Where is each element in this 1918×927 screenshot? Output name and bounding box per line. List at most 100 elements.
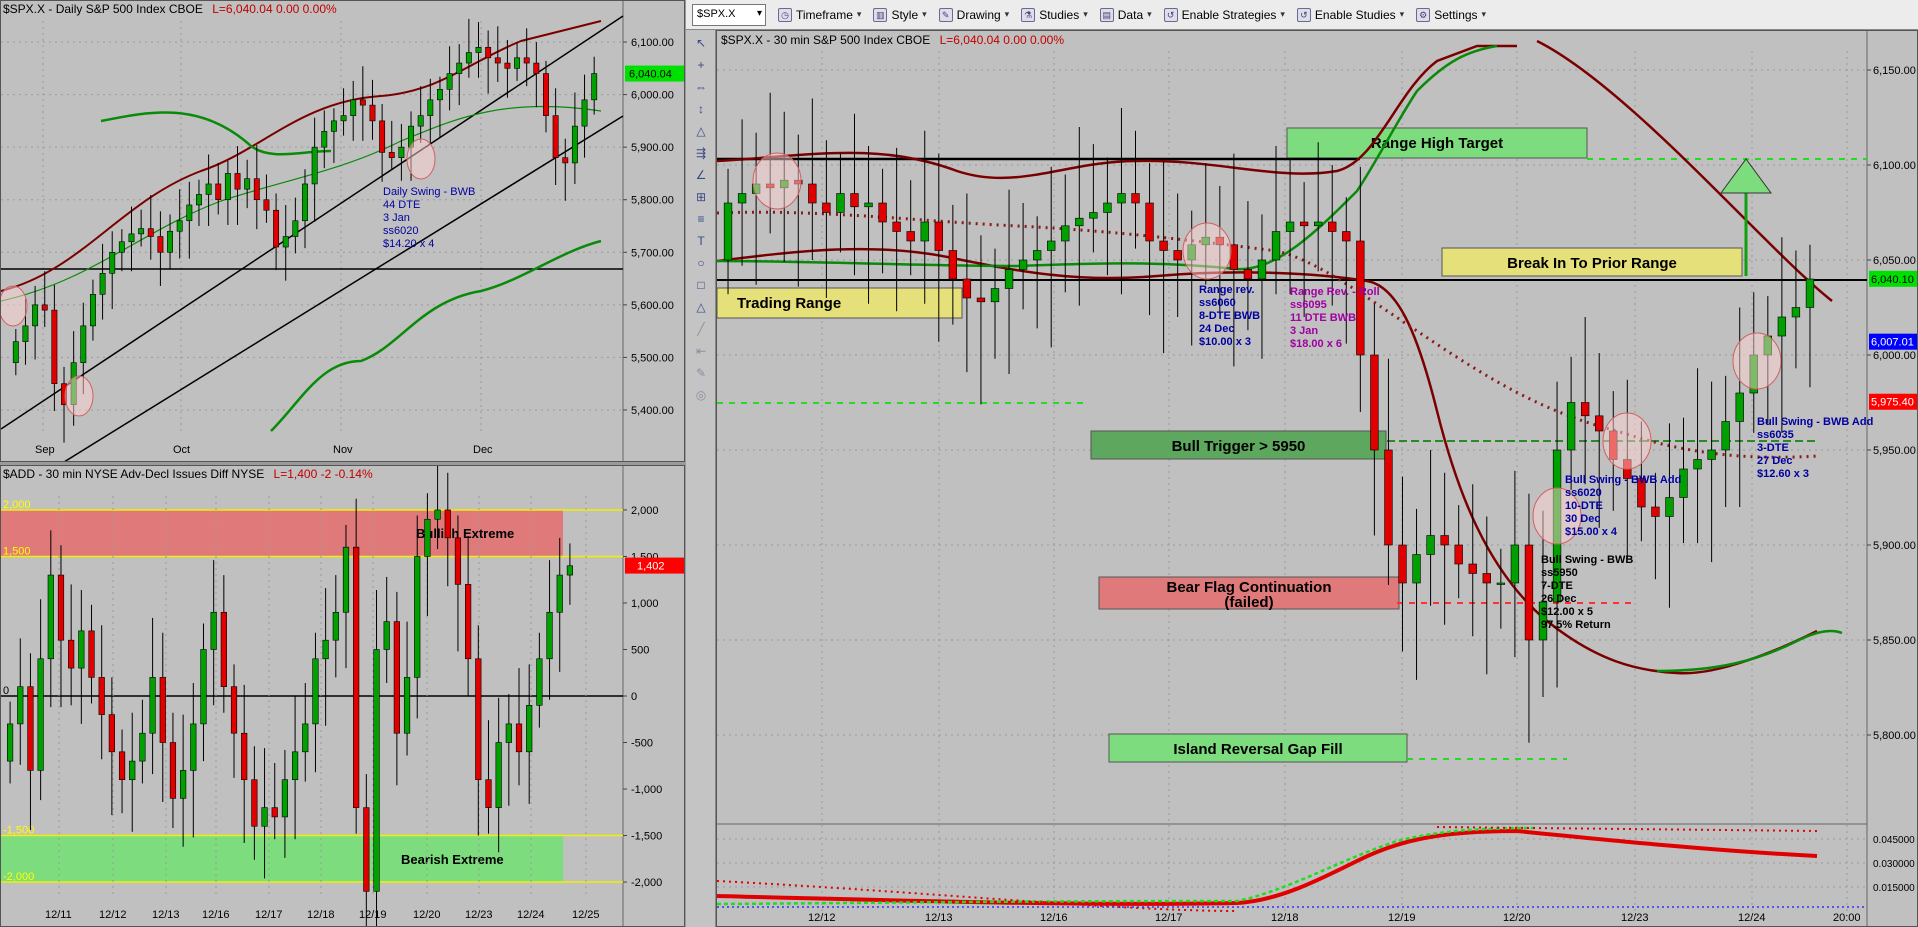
drawing-menu[interactable]: ✎ Drawing ▾ bbox=[938, 7, 1010, 22]
add-candle bbox=[363, 807, 370, 892]
add-candle bbox=[17, 686, 24, 725]
daily-candle bbox=[330, 120, 337, 132]
add-candle bbox=[281, 779, 289, 818]
daily-candle bbox=[89, 294, 96, 327]
drawing-tool-15[interactable]: ✎ bbox=[690, 364, 712, 382]
daily-candle bbox=[562, 157, 569, 164]
drawing-tool-9[interactable]: T bbox=[690, 232, 712, 250]
drawing-tool-2[interactable]: ⇔ bbox=[690, 78, 712, 96]
daily-annotation-line: 44 DTE bbox=[383, 199, 420, 211]
studies-menu[interactable]: ⚗ Studies ▾ bbox=[1021, 7, 1088, 22]
main-annotation-line: ss5950 bbox=[1541, 567, 1578, 579]
chevron-down-icon: ▾ bbox=[1004, 9, 1010, 19]
daily-highlight-circle bbox=[406, 138, 436, 180]
add-candle bbox=[424, 518, 431, 557]
drawing-tool-3[interactable]: ↕ bbox=[690, 100, 712, 118]
add-y-tick-label: 0 bbox=[631, 691, 637, 703]
daily-candle bbox=[263, 199, 270, 211]
main-highlight-circle bbox=[1732, 332, 1782, 390]
main-candle bbox=[1665, 497, 1674, 517]
main-candle bbox=[1117, 193, 1126, 204]
main-y-tick-label: 6,150.00 bbox=[1873, 65, 1916, 77]
settings-menu[interactable]: ⚙ Settings ▾ bbox=[1416, 7, 1486, 22]
daily-chart-svg[interactable]: 6,100.00 6,000.00 5,900.00 5,800.00 5,700.00… bbox=[1, 1, 685, 462]
daily-candle bbox=[51, 309, 58, 384]
drawing-tool-0[interactable]: ↖ bbox=[690, 34, 712, 52]
drawing-tool-14[interactable]: ⇤ bbox=[690, 342, 712, 360]
main-candle bbox=[1018, 259, 1028, 270]
add-candle bbox=[393, 621, 400, 734]
add-chart-panel[interactable]: $ADD - 30 min NYSE Adv-Decl Issues Diff … bbox=[0, 465, 685, 927]
add-candle bbox=[291, 751, 299, 781]
add-left-label: -2,000 bbox=[3, 871, 34, 883]
daily-highlight-circle bbox=[1, 285, 28, 327]
main-annotation-line: Bull Swing - BWB bbox=[1541, 554, 1633, 566]
drawing-tool-7[interactable]: ⊞ bbox=[690, 188, 712, 206]
add-candle bbox=[139, 732, 146, 762]
drawing-tool-5[interactable]: ⇶ bbox=[690, 144, 712, 162]
add-x-tick-label: 12/24 bbox=[517, 909, 545, 921]
drawing-tool-6[interactable]: ∠ bbox=[690, 166, 712, 184]
add-candle bbox=[454, 537, 462, 585]
daily-y-tick-label: 5,500.00 bbox=[631, 352, 674, 364]
main-candle bbox=[1257, 259, 1267, 280]
add-price-tag: 1,402 bbox=[637, 561, 665, 573]
add-candle bbox=[505, 723, 512, 743]
main-annotation-line: 3-DTE bbox=[1757, 442, 1789, 454]
daily-candle bbox=[99, 273, 106, 295]
drawing-tool-1[interactable]: + bbox=[690, 56, 712, 74]
main-annotation-line: 8-DTE BWB bbox=[1199, 310, 1260, 322]
style-menu[interactable]: ▥ Style ▾ bbox=[873, 7, 927, 22]
add-candle bbox=[353, 546, 360, 808]
main-candle bbox=[822, 202, 831, 213]
main-annotation-line: 24 Dec bbox=[1199, 323, 1234, 335]
drawing-tool-8[interactable]: ≡ bbox=[690, 210, 712, 228]
main-candle bbox=[836, 193, 845, 213]
daily-candle bbox=[12, 341, 19, 363]
drawing-tool-16[interactable]: ◎ bbox=[690, 386, 712, 404]
daily-candle bbox=[157, 236, 164, 253]
main-highlight-circle bbox=[752, 152, 802, 210]
timeframe-menu[interactable]: ◷ Timeframe ▾ bbox=[778, 7, 861, 22]
add-candle bbox=[159, 677, 166, 743]
drawing-tool-13[interactable]: ╱ bbox=[690, 320, 712, 338]
daily-candle bbox=[311, 146, 318, 185]
intraday-chart-svg[interactable]: 6,150.00 6,100.00 6,050.00 6,000.00 5,950.00… bbox=[717, 31, 1918, 927]
add-chart-svg[interactable]: Bullish Extreme Bearish Extreme 2,000 1,500… bbox=[1, 466, 685, 927]
add-candle bbox=[322, 639, 329, 660]
add-candle bbox=[373, 649, 380, 892]
enable-studies-button[interactable]: ↺ Enable Studies ▾ bbox=[1296, 7, 1404, 22]
main-candle bbox=[1342, 231, 1351, 242]
daily-candle bbox=[32, 304, 39, 327]
drawing-tool-10[interactable]: ○ bbox=[690, 254, 712, 272]
symbol-selector[interactable]: $SPX.X bbox=[692, 3, 766, 26]
drawing-tool-4[interactable]: △ bbox=[690, 122, 712, 140]
daily-chart-panel[interactable]: $SPX.X - Daily S&P 500 Index CBOE L=6,04… bbox=[0, 0, 685, 462]
main-candle bbox=[1285, 221, 1295, 232]
pencil-icon: ✎ bbox=[938, 7, 953, 22]
daily-candle bbox=[205, 183, 212, 195]
add-y-tick-label: -500 bbox=[631, 738, 653, 750]
daily-candle bbox=[224, 173, 231, 201]
intraday-chart-panel[interactable]: $SPX.X - 30 min S&P 500 Index CBOE L=6,0… bbox=[716, 30, 1918, 927]
chevron-down-icon: ▾ bbox=[1083, 9, 1088, 19]
drawing-tool-12[interactable]: △ bbox=[690, 298, 712, 316]
main-candle bbox=[1693, 459, 1702, 470]
main-highlight-circle bbox=[1182, 222, 1232, 280]
add-candle bbox=[27, 686, 34, 771]
drawing-tool-11[interactable]: □ bbox=[690, 276, 712, 294]
daily-candle bbox=[398, 146, 405, 158]
main-candle bbox=[1061, 225, 1070, 242]
add-candle bbox=[6, 723, 14, 762]
add-candle bbox=[434, 509, 441, 520]
main-x-tick-label: 12/12 bbox=[808, 912, 836, 924]
daily-candle bbox=[514, 57, 521, 69]
add-candle bbox=[536, 658, 543, 706]
add-x-tick-label: 12/19 bbox=[359, 909, 387, 921]
data-menu[interactable]: ▤ Data ▾ bbox=[1099, 7, 1152, 22]
daily-annotation-line: Daily Swing - BWB bbox=[383, 186, 475, 198]
enable-strategies-button[interactable]: ↺ Enable Strategies ▾ bbox=[1163, 7, 1285, 22]
daily-y-tick-label: 5,400.00 bbox=[631, 405, 674, 417]
add-candle bbox=[78, 630, 85, 669]
chevron-down-icon: ▾ bbox=[1280, 9, 1285, 19]
